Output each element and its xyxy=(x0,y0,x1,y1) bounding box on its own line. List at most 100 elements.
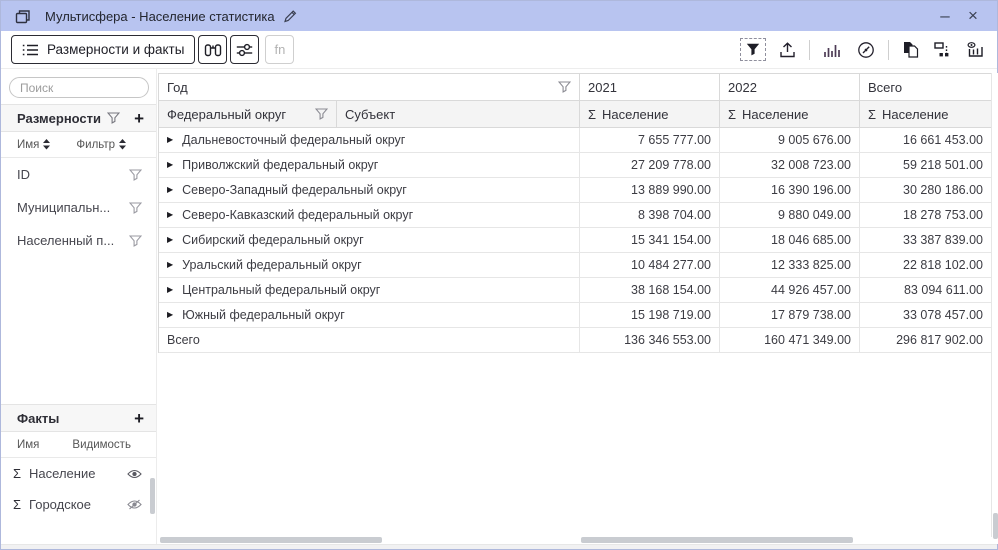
dimensions-section-header: Размерности + xyxy=(1,104,156,132)
dimensions-facts-button[interactable]: Размерности и факты xyxy=(11,35,195,64)
expand-arrow-icon[interactable]: ▶ xyxy=(167,186,173,194)
facts-list: Σ Население Σ Городское xyxy=(1,458,156,520)
value-2021: 10 484 277.00 xyxy=(580,253,720,278)
value-total: 30 280 186.00 xyxy=(860,178,992,203)
dimension-filter-icon[interactable] xyxy=(129,235,142,247)
add-dimension-button[interactable]: + xyxy=(134,110,144,127)
rowheader-horizontal-scrollbar-thumb[interactable] xyxy=(160,537,382,543)
dimensions-list: ID Муниципальн... Населенный п... xyxy=(1,158,156,257)
dimensions-sort-name[interactable]: Имя xyxy=(17,139,50,151)
filter-icon[interactable] xyxy=(740,38,766,61)
district-name: Сибирский федеральный округ xyxy=(182,233,364,247)
expand-arrow-icon[interactable]: ▶ xyxy=(167,261,173,269)
data-horizontal-scrollbar-thumb[interactable] xyxy=(581,537,853,543)
expand-arrow-icon[interactable]: ▶ xyxy=(167,236,173,244)
dimension-name: Населенный п... xyxy=(17,233,114,248)
value-2022: 9 880 049.00 xyxy=(720,203,860,228)
edit-title-icon[interactable] xyxy=(283,9,298,23)
vertical-scrollbar-thumb[interactable] xyxy=(993,513,998,539)
compass-icon[interactable] xyxy=(855,39,877,61)
dimension-filter-icon[interactable] xyxy=(129,169,142,181)
measure-cell-2022[interactable]: ΣНаселение xyxy=(720,101,860,128)
table-row[interactable]: ▶ Северо-Западный федеральный округ 13 8… xyxy=(159,178,991,203)
measure-cell-2021[interactable]: ΣНаселение xyxy=(580,101,720,128)
district-cell[interactable]: ▶ Северо-Кавказский федеральный округ xyxy=(159,203,580,228)
district-cell[interactable]: ▶ Северо-Западный федеральный округ xyxy=(159,178,580,203)
settings-button[interactable] xyxy=(230,35,259,64)
table-row[interactable]: ▶ Дальневосточный федеральный округ 7 65… xyxy=(159,128,991,153)
value-2021: 7 655 777.00 xyxy=(580,128,720,153)
district-cell[interactable]: ▶ Сибирский федеральный округ xyxy=(159,228,580,253)
value-total: 59 218 501.00 xyxy=(860,153,992,178)
bar-chart-icon[interactable] xyxy=(821,41,844,59)
export-icon[interactable] xyxy=(777,40,798,60)
district-cell[interactable]: ▶ Дальневосточный федеральный округ xyxy=(159,128,580,153)
district-cell[interactable]: ▶ Уральский федеральный округ xyxy=(159,253,580,278)
expand-arrow-icon[interactable]: ▶ xyxy=(167,136,173,144)
year-column-2022[interactable]: 2022 xyxy=(720,74,860,101)
subject-header-cell[interactable]: Субъект xyxy=(337,101,580,128)
total-value-2022: 160 471 349.00 xyxy=(720,328,860,353)
sigma-icon: Σ xyxy=(868,107,876,122)
window-bottom-edge xyxy=(1,544,997,549)
measures-visibility-icon[interactable] xyxy=(965,40,987,60)
year-filter-icon[interactable] xyxy=(558,81,571,93)
expand-arrow-icon[interactable]: ▶ xyxy=(167,161,173,169)
dimension-name: Муниципальн... xyxy=(17,200,110,215)
table-row[interactable]: ▶ Южный федеральный округ 15 198 719.00 … xyxy=(159,303,991,328)
fn-button[interactable]: fn xyxy=(265,35,294,64)
dimension-list-item[interactable]: ID xyxy=(1,158,156,191)
fact-list-item[interactable]: Σ Население xyxy=(1,458,156,489)
table-body: ▶ Дальневосточный федеральный округ 7 65… xyxy=(159,128,991,328)
year-column-total[interactable]: Всего xyxy=(860,74,992,101)
fn-label: fn xyxy=(275,42,286,57)
fact-name: Городское xyxy=(29,497,91,512)
district-cell[interactable]: ▶ Центральный федеральный округ xyxy=(159,278,580,303)
dimensions-sort-filter[interactable]: Фильтр xyxy=(76,139,126,151)
year-column-2021[interactable]: 2021 xyxy=(580,74,720,101)
value-2022: 44 926 457.00 xyxy=(720,278,860,303)
sigma-icon: Σ xyxy=(13,497,21,512)
add-fact-button[interactable]: + xyxy=(134,410,144,427)
eye-off-icon[interactable] xyxy=(127,499,142,510)
table-row[interactable]: ▶ Уральский федеральный округ 10 484 277… xyxy=(159,253,991,278)
table-row[interactable]: ▶ Приволжский федеральный округ 27 209 7… xyxy=(159,153,991,178)
value-total: 33 387 839.00 xyxy=(860,228,992,253)
fact-list-item[interactable]: Σ Городское xyxy=(1,489,156,520)
district-filter-icon[interactable] xyxy=(315,108,328,120)
find-button[interactable] xyxy=(198,35,227,64)
copy-icon[interactable] xyxy=(900,39,921,60)
expand-arrow-icon[interactable]: ▶ xyxy=(167,211,173,219)
table-row[interactable]: ▶ Центральный федеральный округ 38 168 1… xyxy=(159,278,991,303)
value-2022: 12 333 825.00 xyxy=(720,253,860,278)
expand-arrow-icon[interactable]: ▶ xyxy=(167,311,173,319)
district-cell[interactable]: ▶ Приволжский федеральный округ xyxy=(159,153,580,178)
dimension-filter-icon[interactable] xyxy=(129,202,142,214)
expand-arrow-icon[interactable]: ▶ xyxy=(167,286,173,294)
measure-cell-total[interactable]: ΣНаселение xyxy=(860,101,992,128)
table-vertical-scrollbar[interactable] xyxy=(991,73,998,537)
table-row[interactable]: ▶ Сибирский федеральный округ 15 341 154… xyxy=(159,228,991,253)
table-row[interactable]: ▶ Северо-Кавказский федеральный округ 8 … xyxy=(159,203,991,228)
value-2021: 15 198 719.00 xyxy=(580,303,720,328)
district-cell[interactable]: ▶ Южный федеральный округ xyxy=(159,303,580,328)
tree-structure-icon[interactable] xyxy=(932,40,954,59)
value-2021: 13 889 990.00 xyxy=(580,178,720,203)
dimensions-filter-icon[interactable] xyxy=(107,112,120,124)
total-row: Всего 136 346 553.00 160 471 349.00 296 … xyxy=(159,328,991,353)
dimensions-columns-header: Имя Фильтр xyxy=(1,132,156,158)
value-2021: 38 168 154.00 xyxy=(580,278,720,303)
search-input[interactable] xyxy=(9,77,149,98)
eye-icon[interactable] xyxy=(127,469,142,479)
measure-header-row: Федеральный округ Субъект ΣНаселение ΣНа… xyxy=(159,101,991,128)
close-button[interactable]: × xyxy=(959,4,987,28)
value-2021: 15 341 154.00 xyxy=(580,228,720,253)
minimize-button[interactable]: – xyxy=(931,4,959,28)
fact-name: Население xyxy=(29,466,95,481)
dimension-list-item[interactable]: Населенный п... xyxy=(1,224,156,257)
sigma-icon: Σ xyxy=(13,466,21,481)
facts-scrollbar-thumb[interactable] xyxy=(150,478,155,514)
dimension-list-item[interactable]: Муниципальн... xyxy=(1,191,156,224)
year-header-cell[interactable]: Год xyxy=(159,74,580,101)
district-header-cell[interactable]: Федеральный округ xyxy=(159,101,337,128)
